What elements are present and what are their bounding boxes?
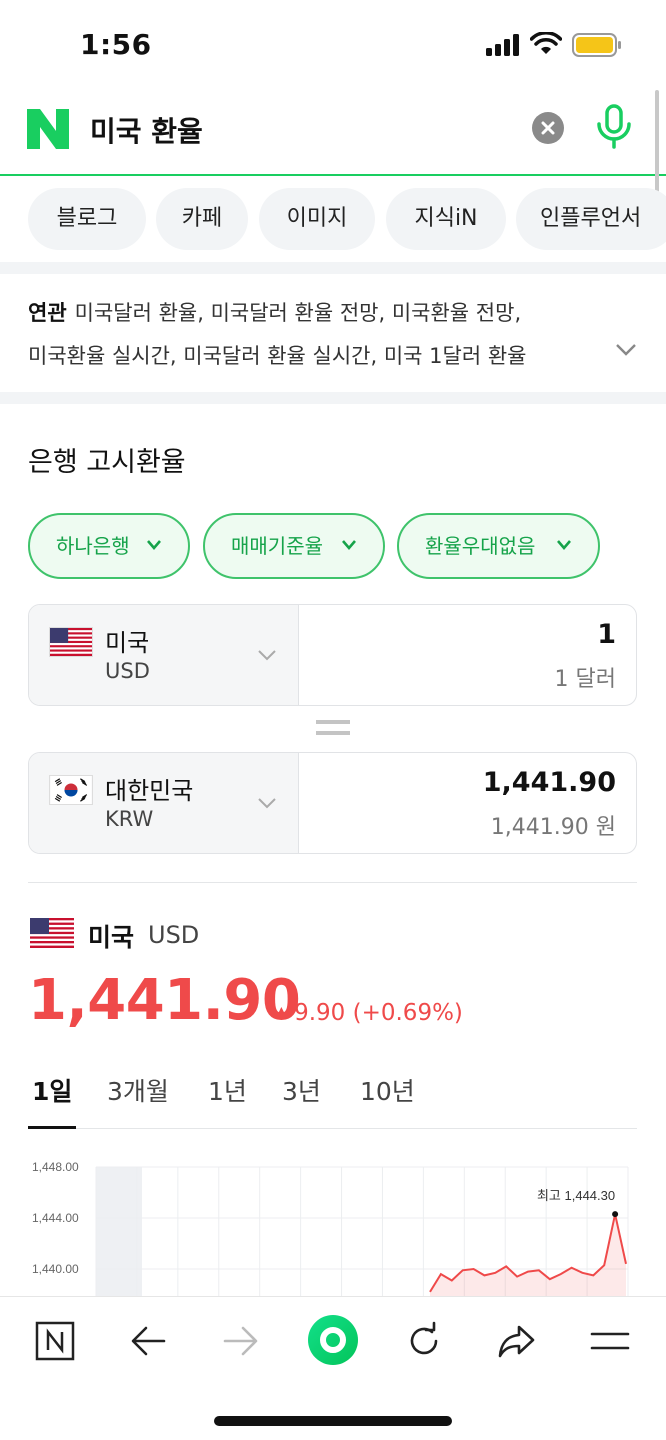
to-amount-text: 1,441.90 원 xyxy=(490,815,616,840)
to-currency-select[interactable]: 대한민국 KRW xyxy=(29,753,299,853)
search-header: 미국 환율 xyxy=(0,86,666,176)
naver-logo-icon[interactable] xyxy=(27,109,69,149)
current-rate: 1,441.90 xyxy=(28,968,301,1033)
from-currency-name: 미국 xyxy=(105,629,150,657)
wifi-icon xyxy=(530,32,562,54)
clear-search-button[interactable] xyxy=(532,112,564,144)
from-amount-text: 1 달러 xyxy=(554,667,616,692)
period-tab-3y[interactable]: 3년 xyxy=(282,1072,321,1108)
discount-label: 환율우대없음 xyxy=(425,534,536,558)
chart-series-area xyxy=(430,1214,626,1300)
close-icon xyxy=(541,121,555,135)
rate-change: ▲ 9.90 (+0.69%) xyxy=(276,1000,463,1026)
discount-select[interactable]: 환율우대없음 xyxy=(397,513,600,579)
related-searches[interactable]: 연관 미국달러 환율, 미국달러 환율 전망, 미국환율 전망, 미국환율 실시간… xyxy=(28,292,628,378)
refresh-icon[interactable] xyxy=(402,1319,446,1363)
bank-select-label: 하나은행 xyxy=(56,534,130,558)
bank-select[interactable]: 하나은행 xyxy=(28,513,190,579)
back-arrow-icon[interactable] xyxy=(126,1319,170,1363)
chart-offhours-band xyxy=(96,1167,142,1300)
rate-currency-name: 미국 xyxy=(88,923,135,952)
to-currency-name: 대한민국 xyxy=(105,777,194,805)
from-amount-input[interactable]: 1 xyxy=(597,619,616,650)
chevron-down-icon xyxy=(342,540,356,550)
chart-y-tick-label: 1,448.00 xyxy=(32,1160,79,1174)
chart-y-tick-label: 1,444.00 xyxy=(32,1211,79,1225)
from-currency-code: USD xyxy=(105,659,150,683)
up-arrow-icon: ▲ xyxy=(276,1004,287,1020)
chevron-down-icon xyxy=(557,540,571,550)
chevron-down-icon[interactable] xyxy=(614,342,638,358)
search-query[interactable]: 미국 환율 xyxy=(90,110,203,150)
chevron-down-icon xyxy=(258,650,276,661)
us-flag-icon xyxy=(30,918,74,948)
rate-type-select[interactable]: 매매기준율 xyxy=(203,513,385,579)
chart-max-point xyxy=(612,1211,619,1218)
rate-chart[interactable]: 1,448.00 1,444.00 1,440.00 최고 1,444.30 xyxy=(0,1140,666,1300)
rate-currency-code: USD xyxy=(148,921,200,949)
status-bar: 1:56 xyxy=(0,0,666,86)
section-divider xyxy=(0,392,666,404)
related-line-2[interactable]: 미국환율 실시간, 미국달러 환율 실시간, 미국 1달러 환율 xyxy=(28,335,588,378)
forward-arrow-icon[interactable] xyxy=(219,1319,263,1363)
equals-icon xyxy=(316,720,350,735)
chart-y-tick-label: 1,440.00 xyxy=(32,1262,79,1276)
tab-images[interactable]: 이미지 xyxy=(259,188,375,250)
chevron-down-icon xyxy=(147,540,161,550)
from-currency-select[interactable]: 미국 USD xyxy=(29,605,299,705)
to-amount-input[interactable]: 1,441.90 xyxy=(483,767,616,798)
home-indicator xyxy=(214,1416,452,1426)
to-currency-code: KRW xyxy=(105,807,154,831)
period-tab-1d[interactable]: 1일 xyxy=(32,1072,72,1108)
to-currency-row: 대한민국 KRW 1,441.90 1,441.90 원 xyxy=(28,752,637,854)
section-divider xyxy=(0,262,666,274)
us-flag-icon xyxy=(49,627,93,657)
battery-icon xyxy=(572,33,621,57)
period-tab-3m[interactable]: 3개월 xyxy=(107,1072,169,1108)
active-tab-indicator xyxy=(28,1126,76,1129)
microphone-icon[interactable] xyxy=(594,104,634,150)
divider xyxy=(28,882,637,883)
scrollbar-thumb[interactable] xyxy=(655,90,659,198)
tab-blog[interactable]: 블로그 xyxy=(28,188,146,250)
status-time: 1:56 xyxy=(80,28,152,61)
period-tab-10y[interactable]: 10년 xyxy=(360,1072,415,1108)
chevron-down-icon xyxy=(258,798,276,809)
green-dot-button[interactable] xyxy=(306,1313,360,1367)
tab-knowledge-in[interactable]: 지식iN xyxy=(386,188,506,250)
tab-cafe[interactable]: 카페 xyxy=(156,188,248,250)
korea-flag-icon xyxy=(49,775,93,805)
related-label: 연관 xyxy=(28,301,67,325)
rate-change-value: 9.90 (+0.69%) xyxy=(294,1000,463,1026)
menu-icon[interactable] xyxy=(588,1319,632,1363)
chart-max-label: 최고 1,444.30 xyxy=(537,1188,615,1203)
naver-home-icon[interactable] xyxy=(33,1319,77,1363)
period-tab-1y[interactable]: 1년 xyxy=(208,1072,247,1108)
section-title: 은행 고시환율 xyxy=(28,447,186,478)
tab-influencer[interactable]: 인플루언서 xyxy=(516,188,666,250)
search-tabs: 블로그 카페 이미지 지식iN 인플루언서 xyxy=(0,188,666,250)
from-currency-row: 미국 USD 1 1 달러 xyxy=(28,604,637,706)
rate-type-label: 매매기준율 xyxy=(231,534,323,558)
related-line-1[interactable]: 미국달러 환율, 미국달러 환율 전망, 미국환율 전망, xyxy=(75,301,521,325)
share-icon[interactable] xyxy=(495,1319,539,1363)
cellular-signal-icon xyxy=(486,34,519,56)
period-tabs-baseline xyxy=(28,1128,637,1129)
